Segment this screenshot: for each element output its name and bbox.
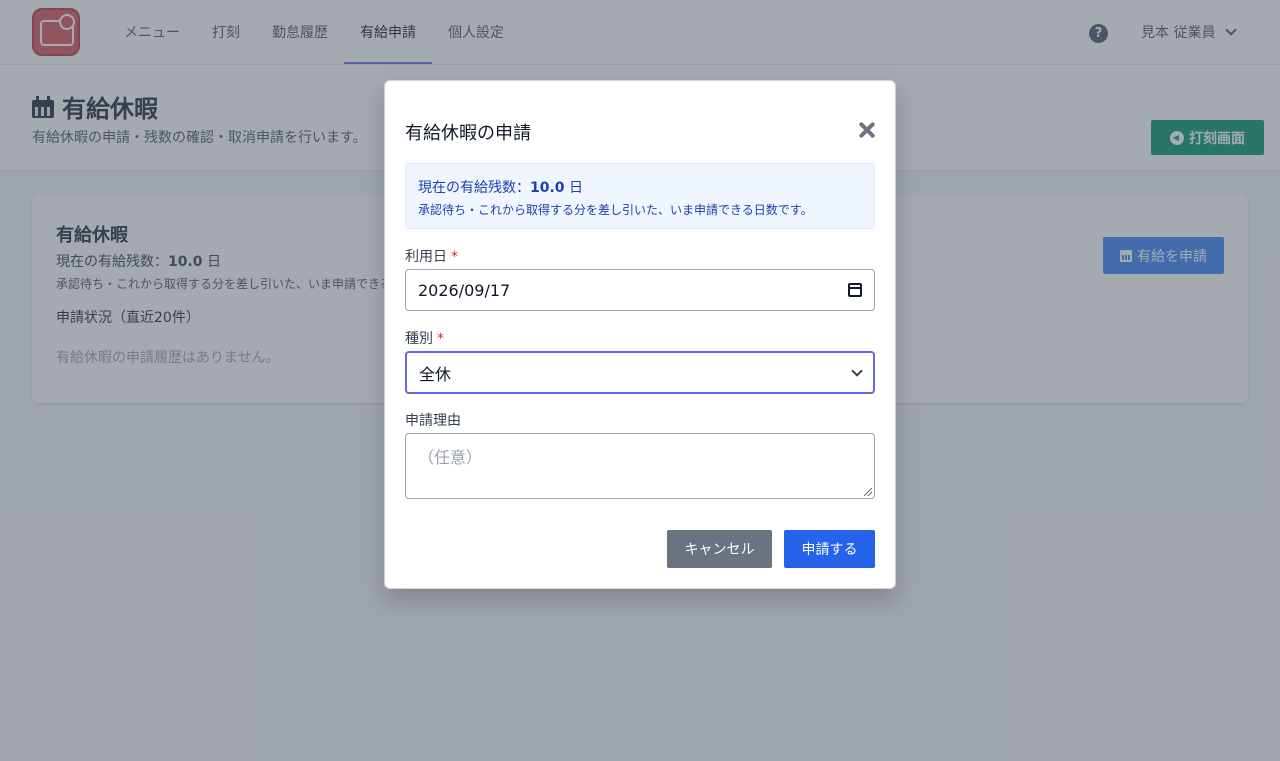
- type-value: 全休: [419, 364, 452, 384]
- required-mark: *: [437, 331, 444, 347]
- info-balance-label: 現在の有給残数：: [418, 180, 530, 196]
- close-icon[interactable]: [857, 120, 877, 140]
- date-label-text: 利用日: [405, 249, 447, 265]
- leave-request-modal: 有給休暇の申請 現在の有給残数：10.0 日 承認待ち・これから取得する分を差し…: [384, 80, 896, 589]
- reason-placeholder: （任意）: [418, 448, 483, 467]
- type-label-text: 種別: [405, 331, 433, 347]
- submit-button[interactable]: 申請する: [784, 530, 875, 568]
- required-mark: *: [451, 249, 458, 265]
- info-balance-value: 10.0: [530, 180, 565, 196]
- resize-handle[interactable]: [864, 488, 872, 496]
- info-note: 承認待ち・これから取得する分を差し引いた、いま申請できる日数です。: [418, 203, 813, 217]
- calendar-picker-icon[interactable]: [848, 283, 862, 297]
- type-label: 種別 *: [405, 328, 444, 348]
- reason-label: 申請理由: [405, 413, 461, 429]
- date-value: 2026/09/17: [418, 280, 511, 300]
- balance-info-box: 現在の有給残数：10.0 日 承認待ち・これから取得する分を差し引いた、いま申請…: [405, 163, 875, 229]
- type-select[interactable]: 全休: [405, 351, 875, 394]
- cancel-button[interactable]: キャンセル: [667, 530, 772, 568]
- info-balance-unit: 日: [564, 180, 583, 196]
- modal-title: 有給休暇の申請: [405, 123, 531, 144]
- info-balance: 現在の有給残数：10.0 日: [418, 177, 583, 197]
- reason-textarea[interactable]: （任意）: [405, 433, 875, 499]
- date-label: 利用日 *: [405, 246, 458, 266]
- chevron-down-icon: [851, 364, 863, 377]
- date-input[interactable]: 2026/09/17: [405, 269, 875, 311]
